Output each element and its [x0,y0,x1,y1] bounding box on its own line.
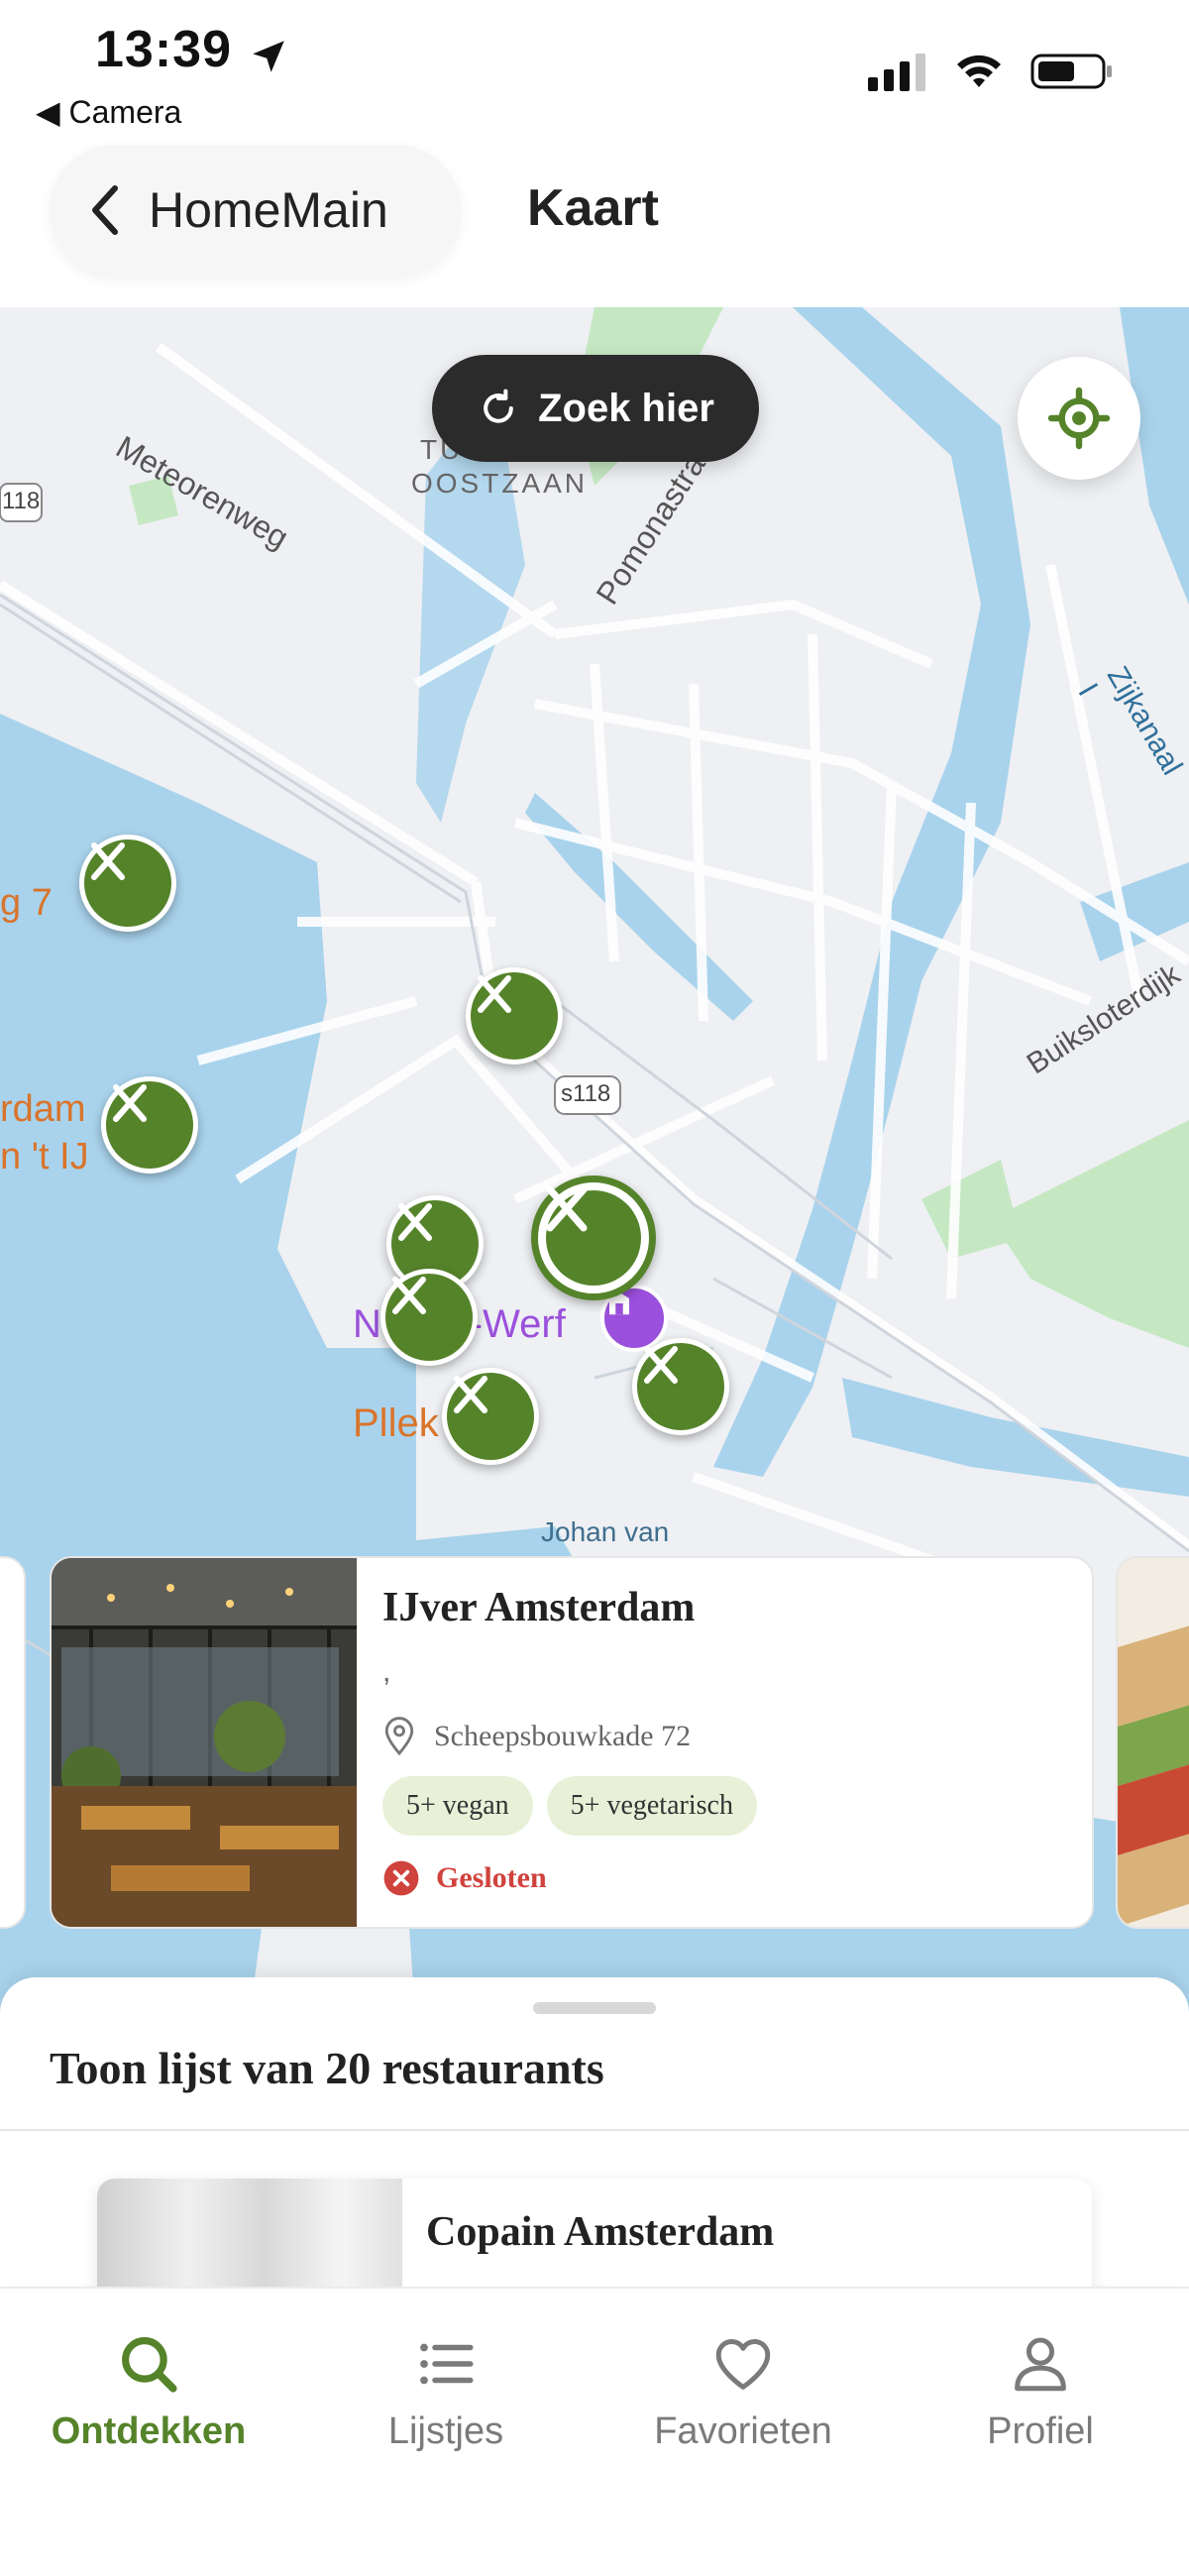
location-pin-icon [384,1717,414,1756]
cutlery-icon [91,842,125,880]
tab-label: Lijstjes [387,2410,504,2452]
cutlery-icon [478,975,511,1013]
back-to-camera[interactable]: ◀ Camera [36,93,181,131]
status-icons [868,52,1114,91]
restaurant-pin[interactable] [442,1368,539,1465]
restaurant-pin[interactable] [79,835,176,932]
heart-icon [715,2339,771,2390]
street-johan-van: Johan van [541,1516,670,1547]
cutlery-icon [546,1185,588,1232]
tab-profiel[interactable]: Profiel [892,2331,1189,2453]
poi-label-g7: g 7 [0,882,53,924]
search-icon [122,2337,177,2393]
poi-label-rdam: rdam [0,1088,86,1130]
district-oostzaan: OOSTZAAN [411,468,589,499]
battery-icon [1030,54,1112,89]
tab-favorieten[interactable]: Favorieten [594,2331,892,2453]
divider [0,2129,1189,2131]
restaurant-photo [52,1558,357,1927]
restaurant-address: Scheepsbouwkade 72 [434,1720,692,1752]
restaurant-name: IJver Amsterdam [382,1585,696,1630]
status-time: 13:39 [95,21,232,78]
cutlery-icon [398,1203,432,1241]
poi-label-pllek: Pllek [353,1401,439,1445]
cutlery-icon [392,1277,426,1314]
status-label: Gesloten [436,1861,547,1894]
badge-vegetarian: 5+ vegetarisch [546,1776,757,1836]
card-previous[interactable] [0,1556,26,1929]
cutlery-icon [454,1376,487,1413]
restaurant-pin[interactable] [380,1269,478,1366]
refresh-icon [484,389,513,423]
badge-vegan: 5+ vegan [382,1776,533,1836]
list-item-title: Copain Amsterdam [426,2209,775,2255]
wifi-icon [957,55,1001,87]
tab-label: Ontdekken [51,2410,247,2452]
closed-icon [383,1860,419,1896]
card-next[interactable] [1116,1556,1189,1929]
restaurant-pin[interactable] [466,967,563,1064]
back-button[interactable]: HomeMain [50,145,461,276]
chevron-left-icon [87,182,121,238]
sheet-drag-handle[interactable] [533,2002,656,2014]
poi-label-tij: n 't IJ [0,1136,89,1177]
cutlery-icon [644,1346,678,1384]
tab-label: Profiel [987,2410,1094,2452]
location-arrow-icon [248,36,289,82]
page-title: Kaart [527,179,659,237]
search-here-label: Zoek hier [538,386,714,430]
crosshair-icon [1047,387,1111,450]
tab-label: Favorieten [654,2410,832,2452]
locate-me-button[interactable] [1018,357,1140,480]
restaurant-pin[interactable] [101,1076,198,1174]
signal-icon [868,54,925,91]
tab-lijstjes[interactable]: Lijstjes [297,2331,594,2453]
results-count-title[interactable]: Toon lijst van 20 restaurants [50,2042,604,2094]
list-icon [420,2343,474,2385]
restaurant-pin-selected[interactable] [531,1176,656,1300]
person-icon [1015,2337,1066,2392]
search-here-button[interactable]: Zoek hier [432,355,759,462]
restaurant-badges: 5+ vegan 5+ vegetarisch [382,1776,757,1836]
road-badge-s118: 118 [2,488,41,514]
restaurant-pin[interactable] [632,1338,729,1435]
restaurant-status: Gesloten [382,1859,547,1897]
tab-ontdekken[interactable]: Ontdekken [0,2331,297,2453]
road-badge-center: s118 [561,1080,611,1107]
back-button-label: HomeMain [149,182,388,238]
restaurant-subtitle: , [382,1655,391,1688]
cutlery-icon [113,1084,147,1122]
restaurant-address-row: Scheepsbouwkade 72 [382,1717,691,1756]
